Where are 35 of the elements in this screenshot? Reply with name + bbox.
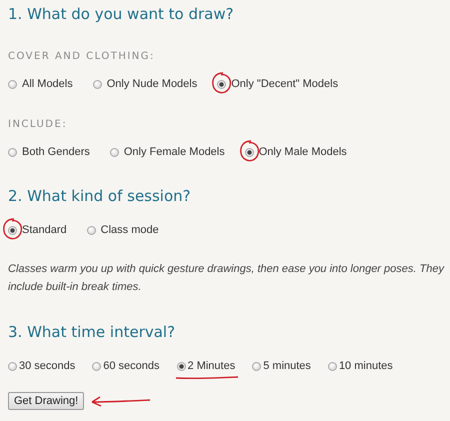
radio-button[interactable]	[176, 362, 186, 370]
radio-button[interactable]	[8, 148, 17, 156]
radio-label: Both Genders	[22, 146, 90, 158]
annotation-underline	[174, 375, 239, 380]
section-heading: 3. What time interval?	[8, 322, 176, 342]
radio-label: All Models	[22, 78, 73, 90]
group-label: INCLUDE:	[8, 118, 68, 132]
radio-label: 30 seconds	[19, 360, 76, 372]
radio-button[interactable]	[328, 362, 337, 370]
annotation-arrow	[89, 395, 152, 407]
radio-label: Class mode	[100, 224, 159, 236]
radio-label: Standard	[22, 224, 67, 236]
group-label: COVER AND CLOTHING:	[8, 50, 156, 64]
radio-label: 2 Minutes	[188, 360, 236, 372]
radio-button[interactable]	[92, 80, 102, 88]
get-drawing-button[interactable]: Get Drawing!	[8, 392, 84, 410]
radio-button[interactable]	[8, 80, 17, 88]
radio-label: 60 seconds	[103, 360, 160, 372]
radio-button[interactable]	[92, 362, 102, 370]
radio-button[interactable]	[8, 362, 17, 370]
section-heading: 1. What do you want to draw?	[8, 4, 235, 24]
radio-label: Only Male Models	[258, 146, 347, 158]
radio-button[interactable]	[110, 148, 119, 156]
radio-button[interactable]	[217, 80, 226, 88]
radio-label: 5 minutes	[263, 360, 311, 372]
radio-label: Only "Decent" Models	[231, 78, 338, 90]
radio-button[interactable]	[252, 362, 262, 370]
radio-label: Only Nude Models	[106, 78, 198, 90]
radio-button[interactable]	[8, 226, 17, 234]
radio-button[interactable]	[86, 226, 96, 234]
session-description: Classes warm you up with quick gesture drawings, then ease you into longer poses. They include built-in break times.	[8, 262, 446, 295]
radio-label: 10 minutes	[338, 360, 393, 372]
section-heading: 2. What kind of session?	[8, 186, 192, 206]
radio-button[interactable]	[244, 148, 254, 156]
radio-label: Only Female Models	[124, 146, 225, 158]
